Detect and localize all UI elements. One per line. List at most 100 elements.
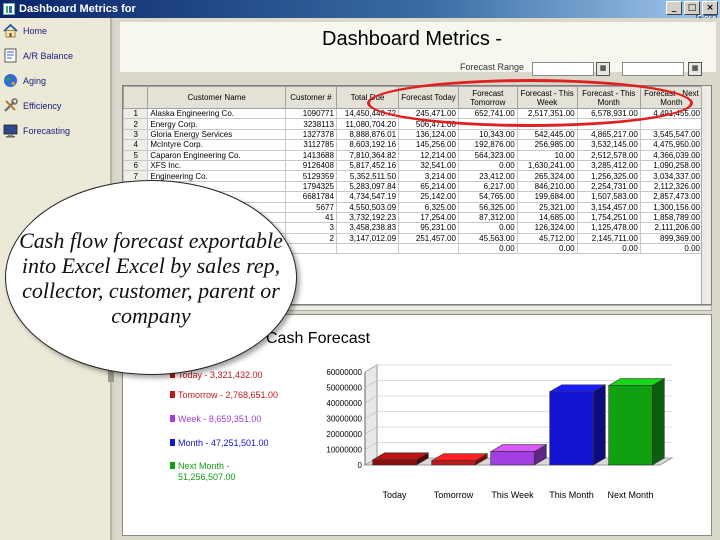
table-cell: Alaska Engineering Co. [147,107,286,120]
table-cell: McIntyre Corp. [147,139,286,151]
table-cell: 2,111,206.00 [639,222,704,234]
table-cell: 1,507,583.00 [576,191,641,203]
chart-title: Cash Forecast [266,330,371,347]
table-cell: Engineering Co. [147,170,286,182]
table-row[interactable]: 2 Energy Corp. 3238113 11,080,704.20 506,471… [123,118,704,130]
table-cell: 5,283,097.84 [335,180,400,193]
table-cell: 8,603,192.16 [335,139,400,151]
sidebar-item-ar-balance[interactable]: A/R Balance [0,43,110,68]
column-header[interactable]: Forecast Today [398,86,459,109]
table-cell [576,118,641,130]
table-cell: 2,517,351.00 [516,107,578,120]
table-cell: 2 [284,232,337,245]
table-cell: 3,285,412.00 [576,159,641,172]
table-cell: Gloria Energy Services [147,128,286,141]
table-cell: 95,231.00 [398,222,459,234]
table-cell: 4,491,455.00 [639,107,704,120]
table-cell: 3238113 [284,118,337,130]
row-index-cell: 4 [123,139,149,151]
table-cell: 506,471.00 [398,118,459,130]
table-cell [457,118,518,130]
page-title: Dashboard Metrics - [322,28,503,50]
sidebar-item-efficiency[interactable]: Efficiency [0,93,110,118]
table-row[interactable]: 3 Gloria Energy Services 1327378 8,888,876.… [123,128,704,141]
table-cell: 145,256.00 [398,139,459,151]
table-cell: 5,352,511.50 [335,170,400,182]
column-header[interactable]: Customer # [284,86,337,109]
table-cell: 1090771 [284,107,337,120]
column-header[interactable]: Forecast Tomorrow [457,86,518,109]
table-cell: 2,857,473.00 [639,191,704,203]
table-cell: 4,475,950.00 [639,139,704,151]
table-cell: 542,445.00 [516,128,578,141]
table-cell: 1,630,241.00 [516,159,578,172]
sidebar-item-label: Forecasting [23,125,71,136]
table-cell: 5677 [284,201,337,213]
calendar-icon[interactable]: ▦ [688,62,702,76]
table-cell: 3112785 [284,139,337,151]
table-cell: Energy Corp. [147,118,286,130]
column-header[interactable]: Forecast - This Week [516,86,578,109]
maximize-button[interactable]: □ [684,1,700,15]
table-cell [284,243,337,255]
grid-vertical-scrollbar[interactable] [701,86,711,304]
legend-label: Today - 3,321,432.00 [178,370,263,380]
table-cell: 25,321.00 [516,201,578,213]
forecast-end-date-input[interactable] [622,62,684,76]
table-cell: 45,712.00 [516,232,578,245]
legend-swatch [170,391,175,398]
table-cell: 12,214.00 [398,149,459,161]
table-cell: 899,369.00 [639,232,704,245]
row-index-cell: 2 [123,118,149,130]
table-cell: 3,458,238.83 [335,222,400,234]
table-row[interactable]: 7 Engineering Co. 5129359 5,352,511.50 3,214… [123,170,704,182]
legend-label: Tomorrow - 2,768,651.00 [178,390,279,400]
table-cell: 3,214.00 [398,170,459,182]
table-cell: 6,217.00 [457,180,518,193]
table-cell: 3,154,457.00 [576,201,641,213]
legend-label: Next Month - [178,461,230,471]
table-cell: 56,325.00 [457,201,518,213]
table-cell: 2,112,326.00 [639,180,704,193]
column-header[interactable]: Forecast - Next Month [639,86,704,109]
table-cell: 1413688 [284,149,337,161]
table-cell: 652,741.00 [457,107,518,120]
table-cell [335,243,400,255]
calendar-icon[interactable]: ▦ [596,62,610,76]
minimize-button[interactable]: _ [666,1,682,15]
ledger-icon [4,48,17,63]
row-index-cell: 1 [123,107,149,120]
table-cell: 10,343.00 [457,128,518,141]
sidebar-item-forecasting[interactable]: Forecasting [0,118,110,143]
column-header [123,86,149,109]
window-controls: _ □ × [666,1,718,15]
column-header[interactable]: Customer Name [147,86,286,109]
table-cell: 4,366,039.00 [639,149,704,161]
table-row[interactable]: 4 McIntyre Corp. 3112785 8,603,192.16 145,25… [123,139,704,151]
legend-label: Week - 8,659,351.00 [178,414,262,424]
table-cell: 41 [284,211,337,224]
table-cell: 1,300,156.00 [639,201,704,213]
table-cell: 65,214.00 [398,180,459,193]
column-header[interactable]: Forecast - This Month [576,86,641,109]
table-cell: XFS Inc. [147,159,286,172]
table-row[interactable]: 6 XFS Inc. 9126408 5,817,452.16 32,541.00 0.0… [123,159,704,172]
table-cell: 23,412.00 [457,170,518,182]
forecast-start-date-input[interactable] [532,62,594,76]
table-row[interactable]: 1 Alaska Engineering Co. 1090771 14,450,440… [123,107,704,120]
callout-text: Cash flow forecast exportable into Excel… [19,227,283,328]
table-cell [516,118,578,130]
table-cell: 2,254,731.00 [576,180,641,193]
table-row[interactable]: 5 Caparon Engineering Co. 1413688 7,810,364… [123,149,704,161]
table-cell: 0.00 [457,159,518,172]
table-cell: 5,817,452.16 [335,159,400,172]
table-cell: 1,090,258.00 [639,159,704,172]
table-cell: 1,754,251.00 [576,211,641,224]
sidebar-item-aging[interactable]: Aging [0,68,110,93]
column-header[interactable]: Total Due [335,86,400,109]
close-button[interactable]: × [702,1,718,15]
sidebar-item-home[interactable]: Home [0,18,110,43]
table-cell: 4,865,217.00 [576,128,641,141]
table-cell: 6,578,931.00 [576,107,641,120]
table-cell: 126,324.00 [516,222,578,234]
